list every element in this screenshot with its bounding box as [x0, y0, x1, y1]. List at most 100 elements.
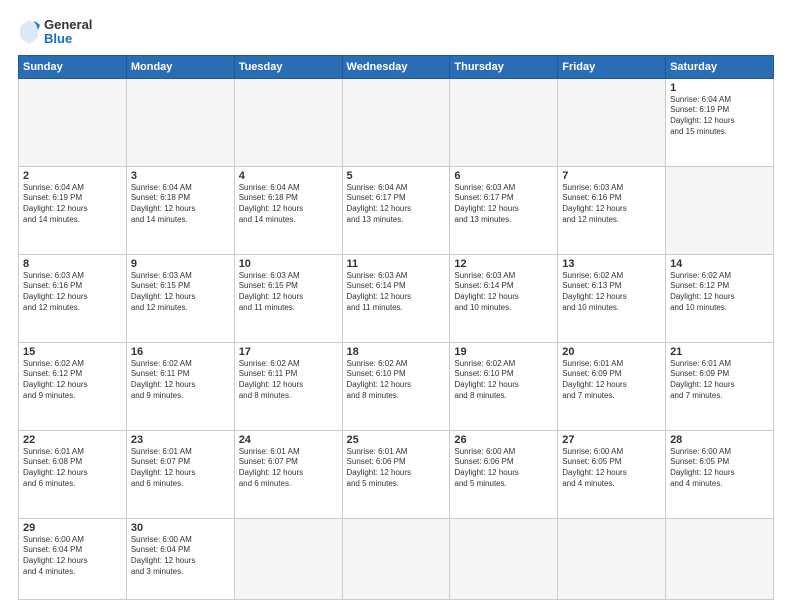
day-number: 12 [454, 258, 553, 270]
calendar-table: SundayMondayTuesdayWednesdayThursdayFrid… [18, 55, 774, 600]
day-number: 7 [562, 170, 661, 182]
logo-line2: Blue [44, 32, 92, 46]
day-info: Sunrise: 6:00 AM Sunset: 6:04 PM Dayligh… [131, 535, 230, 578]
day-info: Sunrise: 6:02 AM Sunset: 6:11 PM Dayligh… [131, 359, 230, 402]
day-number: 28 [670, 434, 769, 446]
day-number: 26 [454, 434, 553, 446]
calendar-cell: 11Sunrise: 6:03 AM Sunset: 6:14 PM Dayli… [342, 254, 450, 342]
calendar-cell: 29Sunrise: 6:00 AM Sunset: 6:04 PM Dayli… [19, 518, 127, 599]
day-number: 30 [131, 522, 230, 534]
calendar-cell: 25Sunrise: 6:01 AM Sunset: 6:06 PM Dayli… [342, 430, 450, 518]
day-number: 9 [131, 258, 230, 270]
day-number: 5 [347, 170, 446, 182]
calendar-cell [558, 518, 666, 599]
day-info: Sunrise: 6:02 AM Sunset: 6:10 PM Dayligh… [454, 359, 553, 402]
day-number: 2 [23, 170, 122, 182]
calendar-cell: 17Sunrise: 6:02 AM Sunset: 6:11 PM Dayli… [234, 342, 342, 430]
day-info: Sunrise: 6:01 AM Sunset: 6:09 PM Dayligh… [562, 359, 661, 402]
calendar-cell: 16Sunrise: 6:02 AM Sunset: 6:11 PM Dayli… [126, 342, 234, 430]
header-tuesday: Tuesday [234, 55, 342, 78]
day-number: 13 [562, 258, 661, 270]
day-number: 16 [131, 346, 230, 358]
day-info: Sunrise: 6:04 AM Sunset: 6:17 PM Dayligh… [347, 183, 446, 226]
day-number: 25 [347, 434, 446, 446]
day-info: Sunrise: 6:03 AM Sunset: 6:15 PM Dayligh… [239, 271, 338, 314]
day-info: Sunrise: 6:03 AM Sunset: 6:15 PM Dayligh… [131, 271, 230, 314]
day-number: 23 [131, 434, 230, 446]
week-row-6: 29Sunrise: 6:00 AM Sunset: 6:04 PM Dayli… [19, 518, 774, 599]
day-info: Sunrise: 6:01 AM Sunset: 6:07 PM Dayligh… [131, 447, 230, 490]
calendar-cell: 21Sunrise: 6:01 AM Sunset: 6:09 PM Dayli… [666, 342, 774, 430]
day-number: 6 [454, 170, 553, 182]
day-info: Sunrise: 6:04 AM Sunset: 6:19 PM Dayligh… [23, 183, 122, 226]
day-number: 8 [23, 258, 122, 270]
calendar-cell [450, 518, 558, 599]
calendar-cell [342, 518, 450, 599]
calendar-cell: 27Sunrise: 6:00 AM Sunset: 6:05 PM Dayli… [558, 430, 666, 518]
logo: General Blue [18, 18, 92, 47]
header: General Blue [18, 18, 774, 47]
calendar-cell: 6Sunrise: 6:03 AM Sunset: 6:17 PM Daylig… [450, 166, 558, 254]
header-monday: Monday [126, 55, 234, 78]
calendar-cell: 24Sunrise: 6:01 AM Sunset: 6:07 PM Dayli… [234, 430, 342, 518]
calendar-cell: 14Sunrise: 6:02 AM Sunset: 6:12 PM Dayli… [666, 254, 774, 342]
day-info: Sunrise: 6:00 AM Sunset: 6:04 PM Dayligh… [23, 535, 122, 578]
calendar-cell: 2Sunrise: 6:04 AM Sunset: 6:19 PM Daylig… [19, 166, 127, 254]
day-info: Sunrise: 6:04 AM Sunset: 6:18 PM Dayligh… [239, 183, 338, 226]
calendar-cell: 23Sunrise: 6:01 AM Sunset: 6:07 PM Dayli… [126, 430, 234, 518]
day-number: 11 [347, 258, 446, 270]
header-saturday: Saturday [666, 55, 774, 78]
calendar-cell: 30Sunrise: 6:00 AM Sunset: 6:04 PM Dayli… [126, 518, 234, 599]
day-info: Sunrise: 6:00 AM Sunset: 6:06 PM Dayligh… [454, 447, 553, 490]
day-info: Sunrise: 6:00 AM Sunset: 6:05 PM Dayligh… [670, 447, 769, 490]
calendar-cell [450, 78, 558, 166]
calendar-cell [558, 78, 666, 166]
calendar-cell: 28Sunrise: 6:00 AM Sunset: 6:05 PM Dayli… [666, 430, 774, 518]
calendar-cell: 13Sunrise: 6:02 AM Sunset: 6:13 PM Dayli… [558, 254, 666, 342]
calendar-cell: 15Sunrise: 6:02 AM Sunset: 6:12 PM Dayli… [19, 342, 127, 430]
day-number: 10 [239, 258, 338, 270]
day-number: 1 [670, 82, 769, 94]
day-info: Sunrise: 6:03 AM Sunset: 6:17 PM Dayligh… [454, 183, 553, 226]
calendar-cell: 1Sunrise: 6:04 AM Sunset: 6:19 PM Daylig… [666, 78, 774, 166]
calendar-cell: 3Sunrise: 6:04 AM Sunset: 6:18 PM Daylig… [126, 166, 234, 254]
calendar-cell: 18Sunrise: 6:02 AM Sunset: 6:10 PM Dayli… [342, 342, 450, 430]
logo-line1: General [44, 18, 92, 32]
day-info: Sunrise: 6:00 AM Sunset: 6:05 PM Dayligh… [562, 447, 661, 490]
day-number: 18 [347, 346, 446, 358]
day-number: 24 [239, 434, 338, 446]
day-info: Sunrise: 6:04 AM Sunset: 6:18 PM Dayligh… [131, 183, 230, 226]
calendar-cell: 4Sunrise: 6:04 AM Sunset: 6:18 PM Daylig… [234, 166, 342, 254]
day-info: Sunrise: 6:01 AM Sunset: 6:06 PM Dayligh… [347, 447, 446, 490]
calendar-cell [342, 78, 450, 166]
calendar-cell: 10Sunrise: 6:03 AM Sunset: 6:15 PM Dayli… [234, 254, 342, 342]
calendar-cell [234, 78, 342, 166]
week-row-3: 8Sunrise: 6:03 AM Sunset: 6:16 PM Daylig… [19, 254, 774, 342]
day-info: Sunrise: 6:02 AM Sunset: 6:13 PM Dayligh… [562, 271, 661, 314]
calendar-cell: 20Sunrise: 6:01 AM Sunset: 6:09 PM Dayli… [558, 342, 666, 430]
day-info: Sunrise: 6:02 AM Sunset: 6:12 PM Dayligh… [23, 359, 122, 402]
day-info: Sunrise: 6:03 AM Sunset: 6:16 PM Dayligh… [23, 271, 122, 314]
calendar-cell [666, 166, 774, 254]
calendar-cell: 26Sunrise: 6:00 AM Sunset: 6:06 PM Dayli… [450, 430, 558, 518]
calendar-cell [234, 518, 342, 599]
header-friday: Friday [558, 55, 666, 78]
day-number: 4 [239, 170, 338, 182]
calendar-cell: 22Sunrise: 6:01 AM Sunset: 6:08 PM Dayli… [19, 430, 127, 518]
calendar-cell [126, 78, 234, 166]
calendar-cell: 5Sunrise: 6:04 AM Sunset: 6:17 PM Daylig… [342, 166, 450, 254]
day-info: Sunrise: 6:02 AM Sunset: 6:11 PM Dayligh… [239, 359, 338, 402]
header-wednesday: Wednesday [342, 55, 450, 78]
day-number: 19 [454, 346, 553, 358]
day-number: 17 [239, 346, 338, 358]
calendar-cell: 7Sunrise: 6:03 AM Sunset: 6:16 PM Daylig… [558, 166, 666, 254]
week-row-1: 1Sunrise: 6:04 AM Sunset: 6:19 PM Daylig… [19, 78, 774, 166]
calendar-cell: 8Sunrise: 6:03 AM Sunset: 6:16 PM Daylig… [19, 254, 127, 342]
calendar-cell: 9Sunrise: 6:03 AM Sunset: 6:15 PM Daylig… [126, 254, 234, 342]
day-number: 14 [670, 258, 769, 270]
calendar-cell [19, 78, 127, 166]
day-info: Sunrise: 6:03 AM Sunset: 6:14 PM Dayligh… [347, 271, 446, 314]
day-number: 21 [670, 346, 769, 358]
day-info: Sunrise: 6:01 AM Sunset: 6:08 PM Dayligh… [23, 447, 122, 490]
day-info: Sunrise: 6:01 AM Sunset: 6:09 PM Dayligh… [670, 359, 769, 402]
